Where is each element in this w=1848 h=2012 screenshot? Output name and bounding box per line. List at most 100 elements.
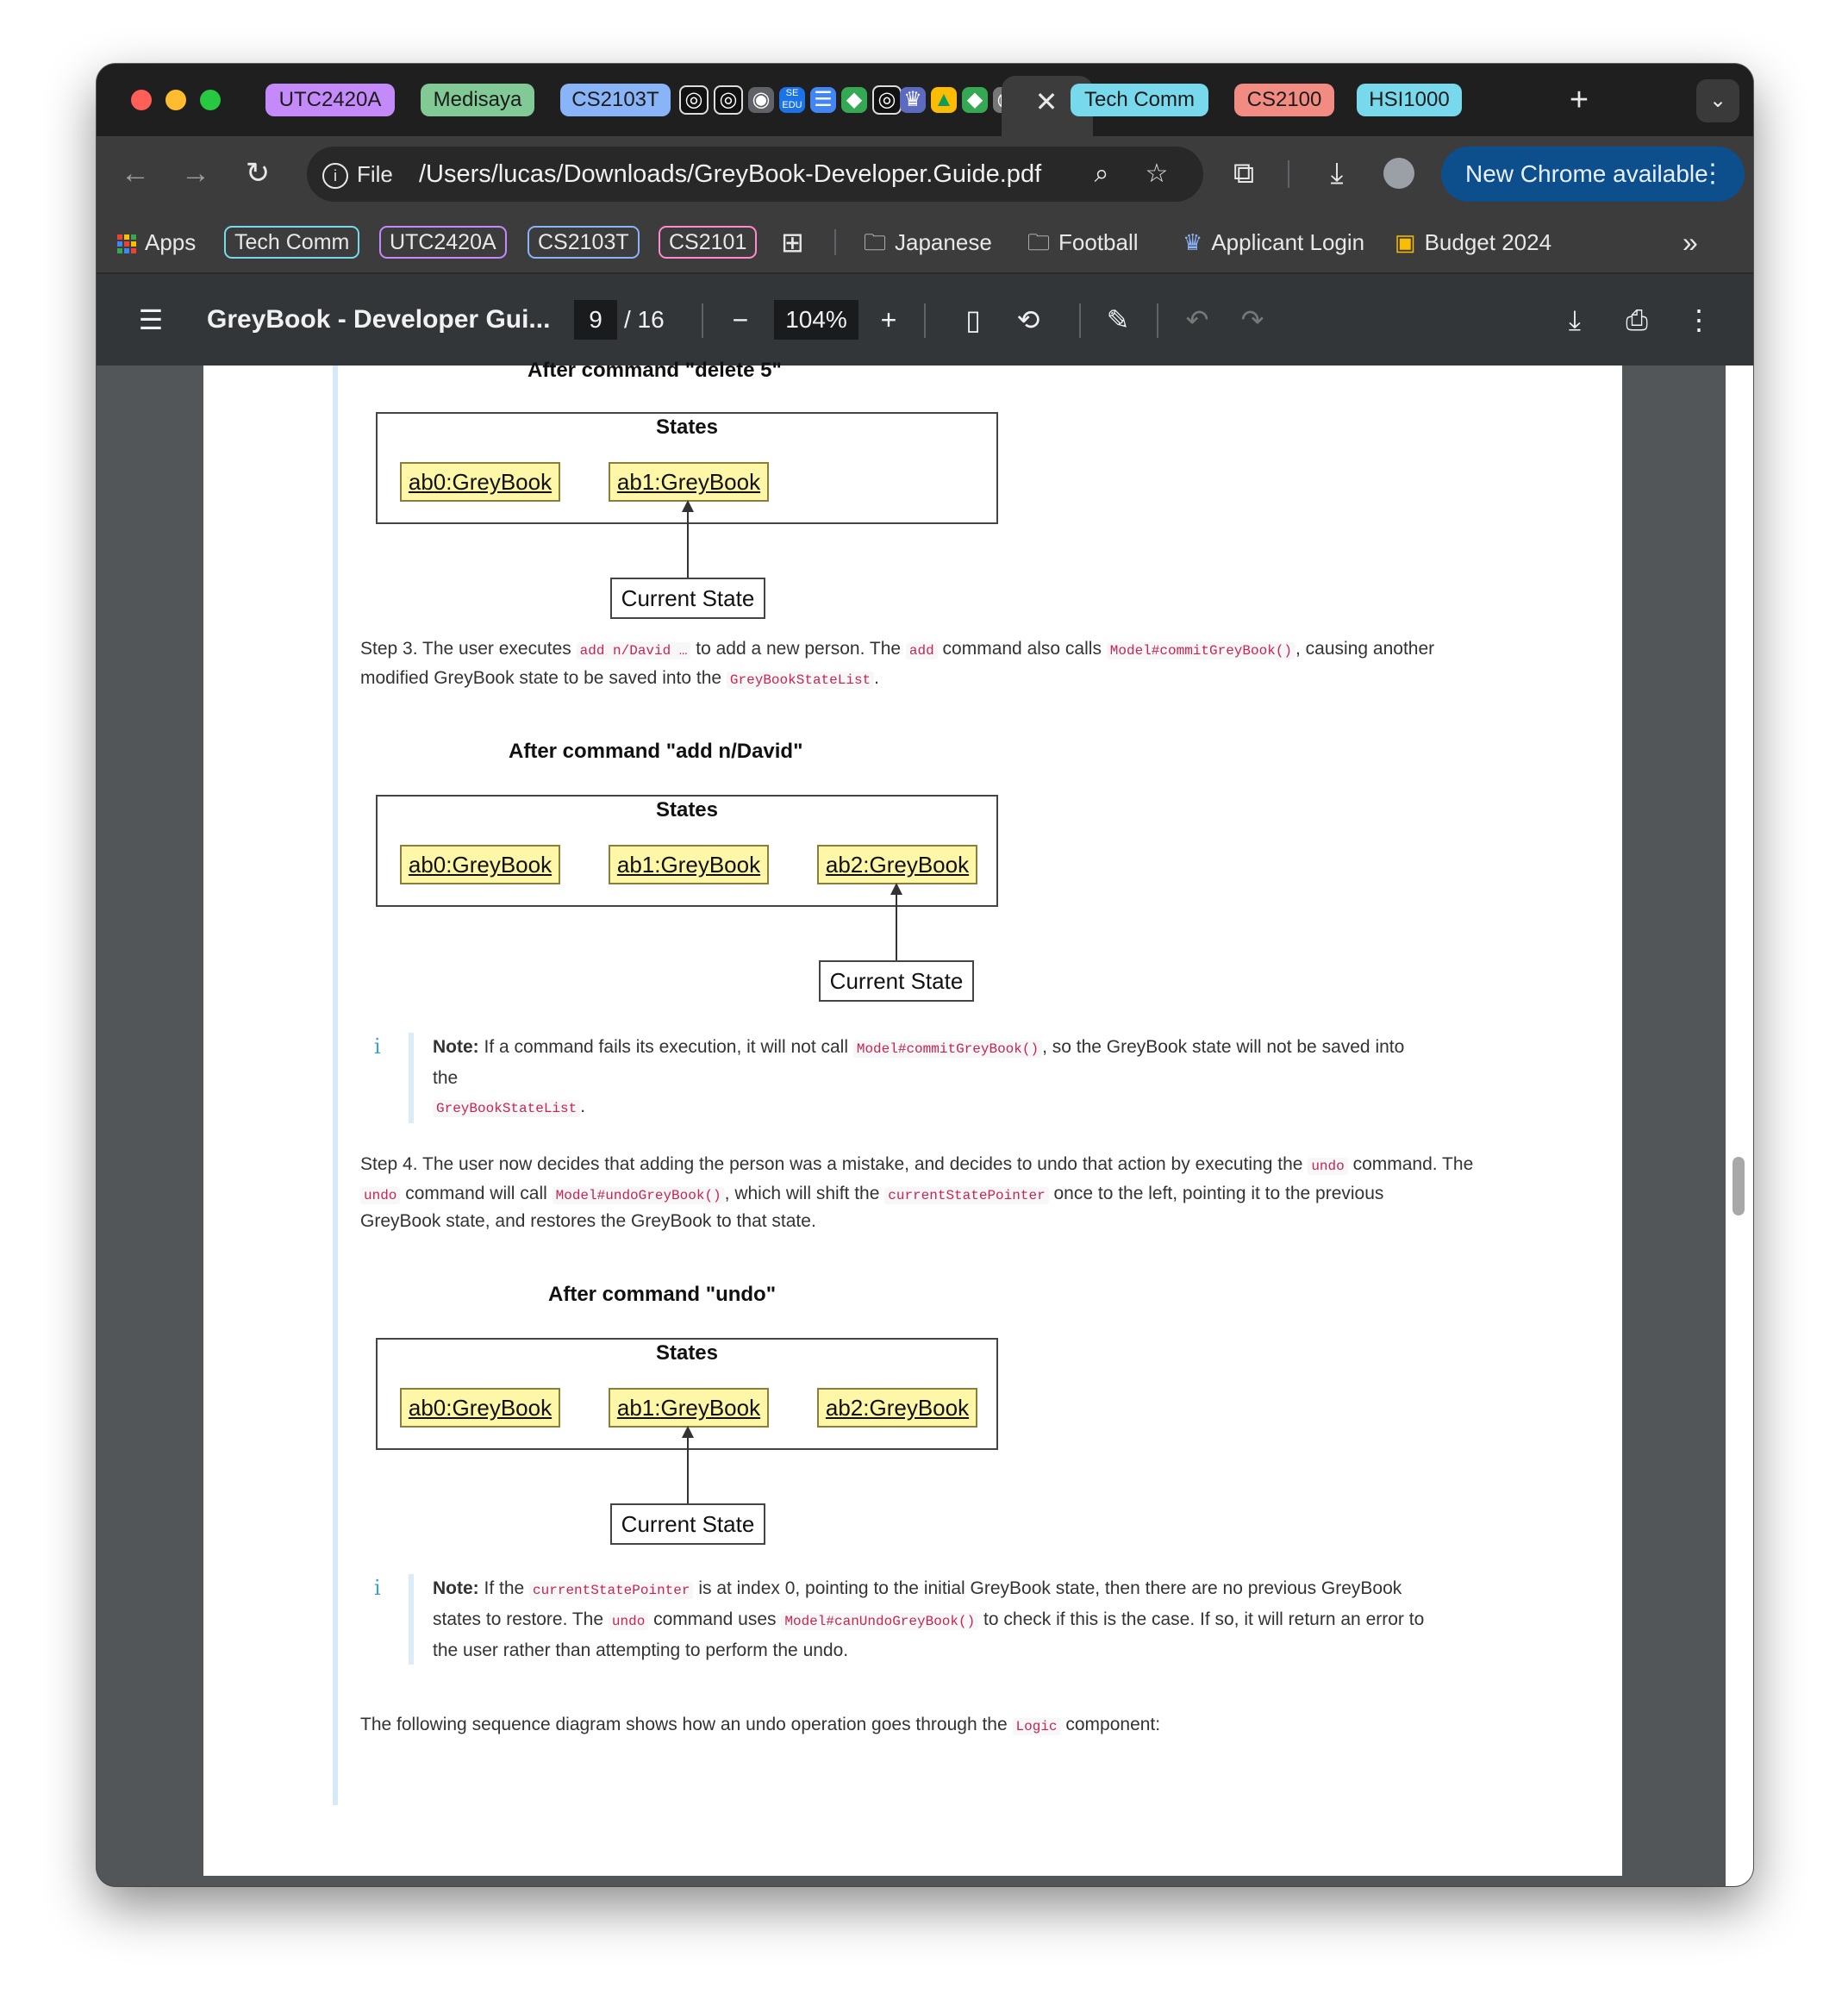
zoom-level-input[interactable]: 104% [774,300,858,340]
link-label: Applicant Login [1211,229,1365,255]
sese-icon[interactable]: SE EDU [779,87,805,113]
drive-icon[interactable]: ▲ [931,87,957,113]
page-total: / 16 [624,306,665,333]
zoom-icon[interactable]: ⌕ [1081,153,1122,195]
browser-window: UTC2420A Medisaya CS2103T ◎ ◎ ◉ SE EDU ☰ … [97,64,1753,1886]
profile-avatar[interactable] [1377,152,1420,195]
crest-icon[interactable]: ♛ [900,87,926,113]
bookmark-group-cs2101[interactable]: CS2101 [659,226,758,259]
more-options-icon[interactable]: ⋮ [1679,300,1719,340]
folder-label: Japanese [895,229,992,255]
minimize-window-button[interactable] [165,90,186,110]
bookmark-budget-2024[interactable]: ▣ Budget 2024 [1395,224,1551,260]
forward-icon[interactable]: → [174,152,217,195]
bookmark-group-cs2103t[interactable]: CS2103T [528,226,640,259]
zoom-window-button[interactable] [200,90,221,110]
github-icon[interactable]: ◎ [714,85,743,115]
undo-icon[interactable]: ↶ [1177,300,1217,340]
toolbar-divider [1157,303,1158,338]
tab-group-cs2100[interactable]: CS2100 [1234,84,1334,116]
zoom-out-icon[interactable]: − [721,300,760,340]
info-icon: i [322,163,348,190]
new-chrome-available-button[interactable]: New Chrome available ⋮ [1441,147,1745,202]
info-icon: i [374,1034,381,1059]
greybook-state: ab2:GreyBook [817,1388,977,1428]
crest-icon: ♛ [1183,229,1203,255]
github-icon[interactable]: ◎ [679,85,709,115]
bookmarks-overflow-icon[interactable]: » [1683,224,1698,260]
greybook-state: ab1:GreyBook [609,462,769,502]
folder-icon: 🗀 [1027,229,1051,255]
pdf-title: GreyBook - Developer Gui... [207,305,551,334]
back-icon[interactable]: ← [114,152,157,195]
download-icon[interactable]: ⤓ [1555,300,1595,340]
menu-icon[interactable]: ☰ [131,300,171,340]
sequence-diagram-intro: The following sequence diagram shows how… [360,1715,1161,1735]
close-window-button[interactable] [131,90,152,110]
note-callout: Note: If the currentStatePointer is at i… [409,1574,1426,1665]
tab-group-utc2420a[interactable]: UTC2420A [265,84,395,116]
url-text[interactable]: /Users/lucas/Downloads/GreyBook-Develope… [419,157,1041,191]
new-tab-button[interactable]: + [1558,81,1600,119]
github-icon[interactable]: ◎ [872,85,902,115]
tab-group-hsi1000[interactable]: HSI1000 [1357,84,1462,116]
states-box: States ab0:GreyBook ab1:GreyBook ab2:Gre… [376,795,998,907]
diagram-title: After command "delete 5" [528,359,782,382]
scrollbar-track[interactable] [1726,366,1753,1886]
pdf-viewer[interactable]: After command "delete 5" States ab0:Grey… [97,359,1753,1886]
step4-line3: GreyBook state, and restores the GreyBoo… [360,1211,816,1231]
states-label: States [655,1341,719,1365]
states-label: States [655,798,719,822]
downloads-icon[interactable]: ⤓ [1315,152,1358,195]
address-bar[interactable]: i File /Users/lucas/Downloads/GreyBook-De… [307,147,1203,202]
browser-toolbar: ← → ↻ i File /Users/lucas/Downloads/GreyB… [97,136,1753,212]
step4-line1: Step 4. The user now decides that adding… [360,1154,1474,1175]
stack-icon[interactable]: ◆ [962,87,988,113]
close-tab-icon[interactable]: ✕ [1026,84,1067,119]
folder-icon: 🗀 [864,229,887,255]
note-callout: Note: If a command fails its execution, … [409,1033,1426,1123]
tab-groups-icon[interactable]: ⊞ [781,224,804,260]
bookmark-star-icon[interactable]: ☆ [1136,153,1177,195]
zoom-in-icon[interactable]: + [869,300,908,340]
rotate-icon[interactable]: ⟲ [1008,300,1048,340]
stack-icon[interactable]: ◆ [841,87,867,113]
docs-icon[interactable]: ☰ [810,87,836,113]
step3-line1: Step 3. The user executes add n/David … … [360,639,1435,659]
greybook-state: ab0:GreyBook [400,1388,560,1428]
page-number-input[interactable]: 9 [574,300,617,340]
folder-label: Football [1058,229,1139,255]
pdf-page: After command "delete 5" States ab0:Grey… [203,359,1622,1876]
tab-group-medisaya[interactable]: Medisaya [421,84,534,116]
bookmark-apps[interactable]: Apps [117,224,196,260]
bookmark-folder-football[interactable]: 🗀 Football [1027,224,1139,260]
apps-label: Apps [145,229,197,255]
extensions-icon[interactable]: ⧉ [1222,152,1265,195]
tab-group-tech-comm[interactable]: Tech Comm [1071,84,1208,116]
pointer-arrow [896,886,897,960]
bookmark-folder-japanese[interactable]: 🗀 Japanese [864,224,992,260]
redo-icon[interactable]: ↷ [1233,300,1272,340]
money-icon: ▣ [1395,229,1416,255]
chrome-icon[interactable]: ◉ [748,87,774,113]
states-label: States [655,416,719,439]
tab-group-cs2103t[interactable]: CS2103T [560,84,671,116]
site-info-chip[interactable]: i File [322,157,393,191]
pointer-arrow [687,503,689,578]
bookmark-group-utc2420a[interactable]: UTC2420A [379,226,507,259]
diagram-title: After command "undo" [548,1283,777,1306]
tab-search-button[interactable]: ⌄ [1696,79,1739,122]
current-state-box: Current State [610,578,765,619]
step3-line2: modified GreyBook state to be saved into… [360,668,879,689]
annotate-icon[interactable]: ✎ [1098,300,1138,340]
scrollbar-thumb[interactable] [1732,1157,1745,1215]
tab-favicons-cs2103t[interactable]: ◎ ◎ ◉ SE EDU ☰ ◆ ◎ [679,84,902,116]
current-state-box: Current State [819,960,974,1002]
print-icon[interactable]: ⎙ [1617,300,1657,340]
bookmark-applicant-login[interactable]: ♛ Applicant Login [1183,224,1364,260]
pdf-toolbar: ☰ GreyBook - Developer Gui... 9 / 16 − 1… [97,272,1753,366]
reload-icon[interactable]: ↻ [236,152,279,195]
fit-to-page-icon[interactable]: ▯ [953,300,993,340]
arrowhead [890,883,902,895]
bookmark-group-tech-comm[interactable]: Tech Comm [224,226,360,259]
